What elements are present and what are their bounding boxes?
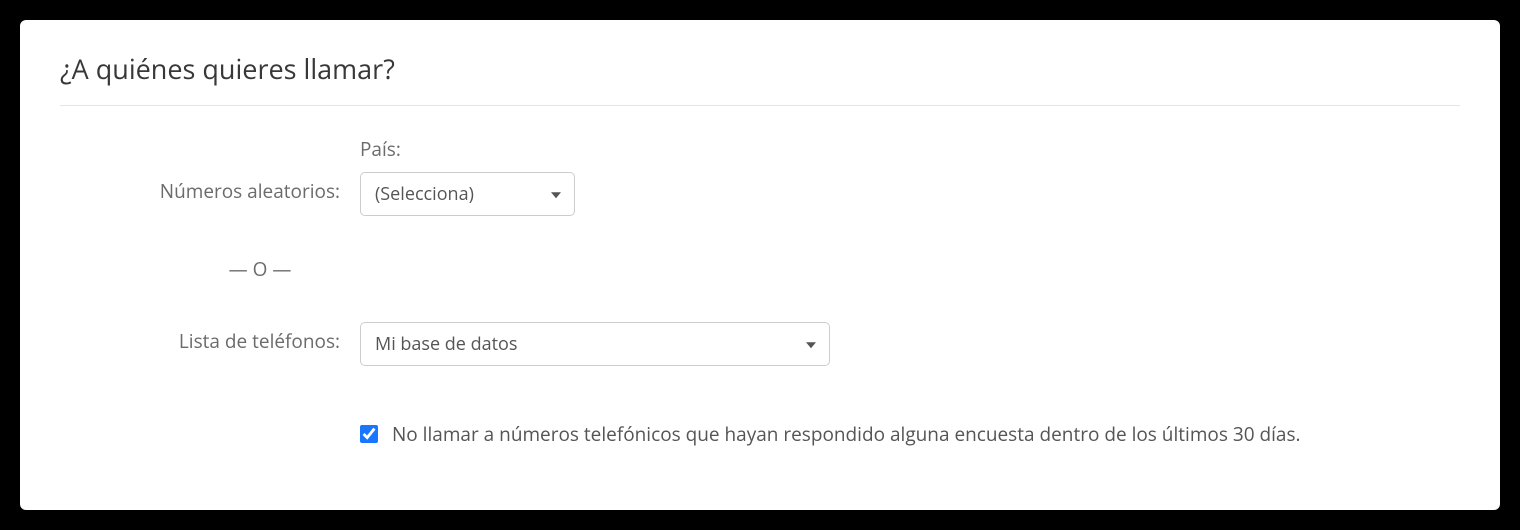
call-settings-card: ¿A quiénes quieres llamar? Números aleat… xyxy=(20,20,1500,510)
or-separator-row: — O — xyxy=(60,256,1460,282)
random-numbers-label: Números aleatorios: xyxy=(60,136,360,204)
phone-list-select-wrap: Mi base de datos xyxy=(360,322,830,366)
phone-list-select[interactable]: Mi base de datos xyxy=(360,322,830,366)
country-select-wrap: (Selecciona) xyxy=(360,172,575,216)
section-title: ¿A quiénes quieres llamar? xyxy=(60,50,1460,87)
no-call-checkbox[interactable] xyxy=(360,425,378,443)
country-label: País: xyxy=(360,136,1460,162)
phone-list-field: Mi base de datos xyxy=(360,322,1460,366)
phone-list-label: Lista de teléfonos: xyxy=(60,322,360,354)
random-numbers-field: País: (Selecciona) xyxy=(360,136,1460,216)
random-numbers-row: Números aleatorios: País: (Selecciona) xyxy=(60,136,1460,216)
phone-list-row: Lista de teléfonos: Mi base de datos xyxy=(60,322,1460,366)
country-select[interactable]: (Selecciona) xyxy=(360,172,575,216)
no-call-label[interactable]: No llamar a números telefónicos que haya… xyxy=(392,421,1301,447)
no-call-row: No llamar a números telefónicos que haya… xyxy=(60,421,1460,447)
divider xyxy=(60,105,1460,106)
or-separator: — O — xyxy=(60,256,360,282)
